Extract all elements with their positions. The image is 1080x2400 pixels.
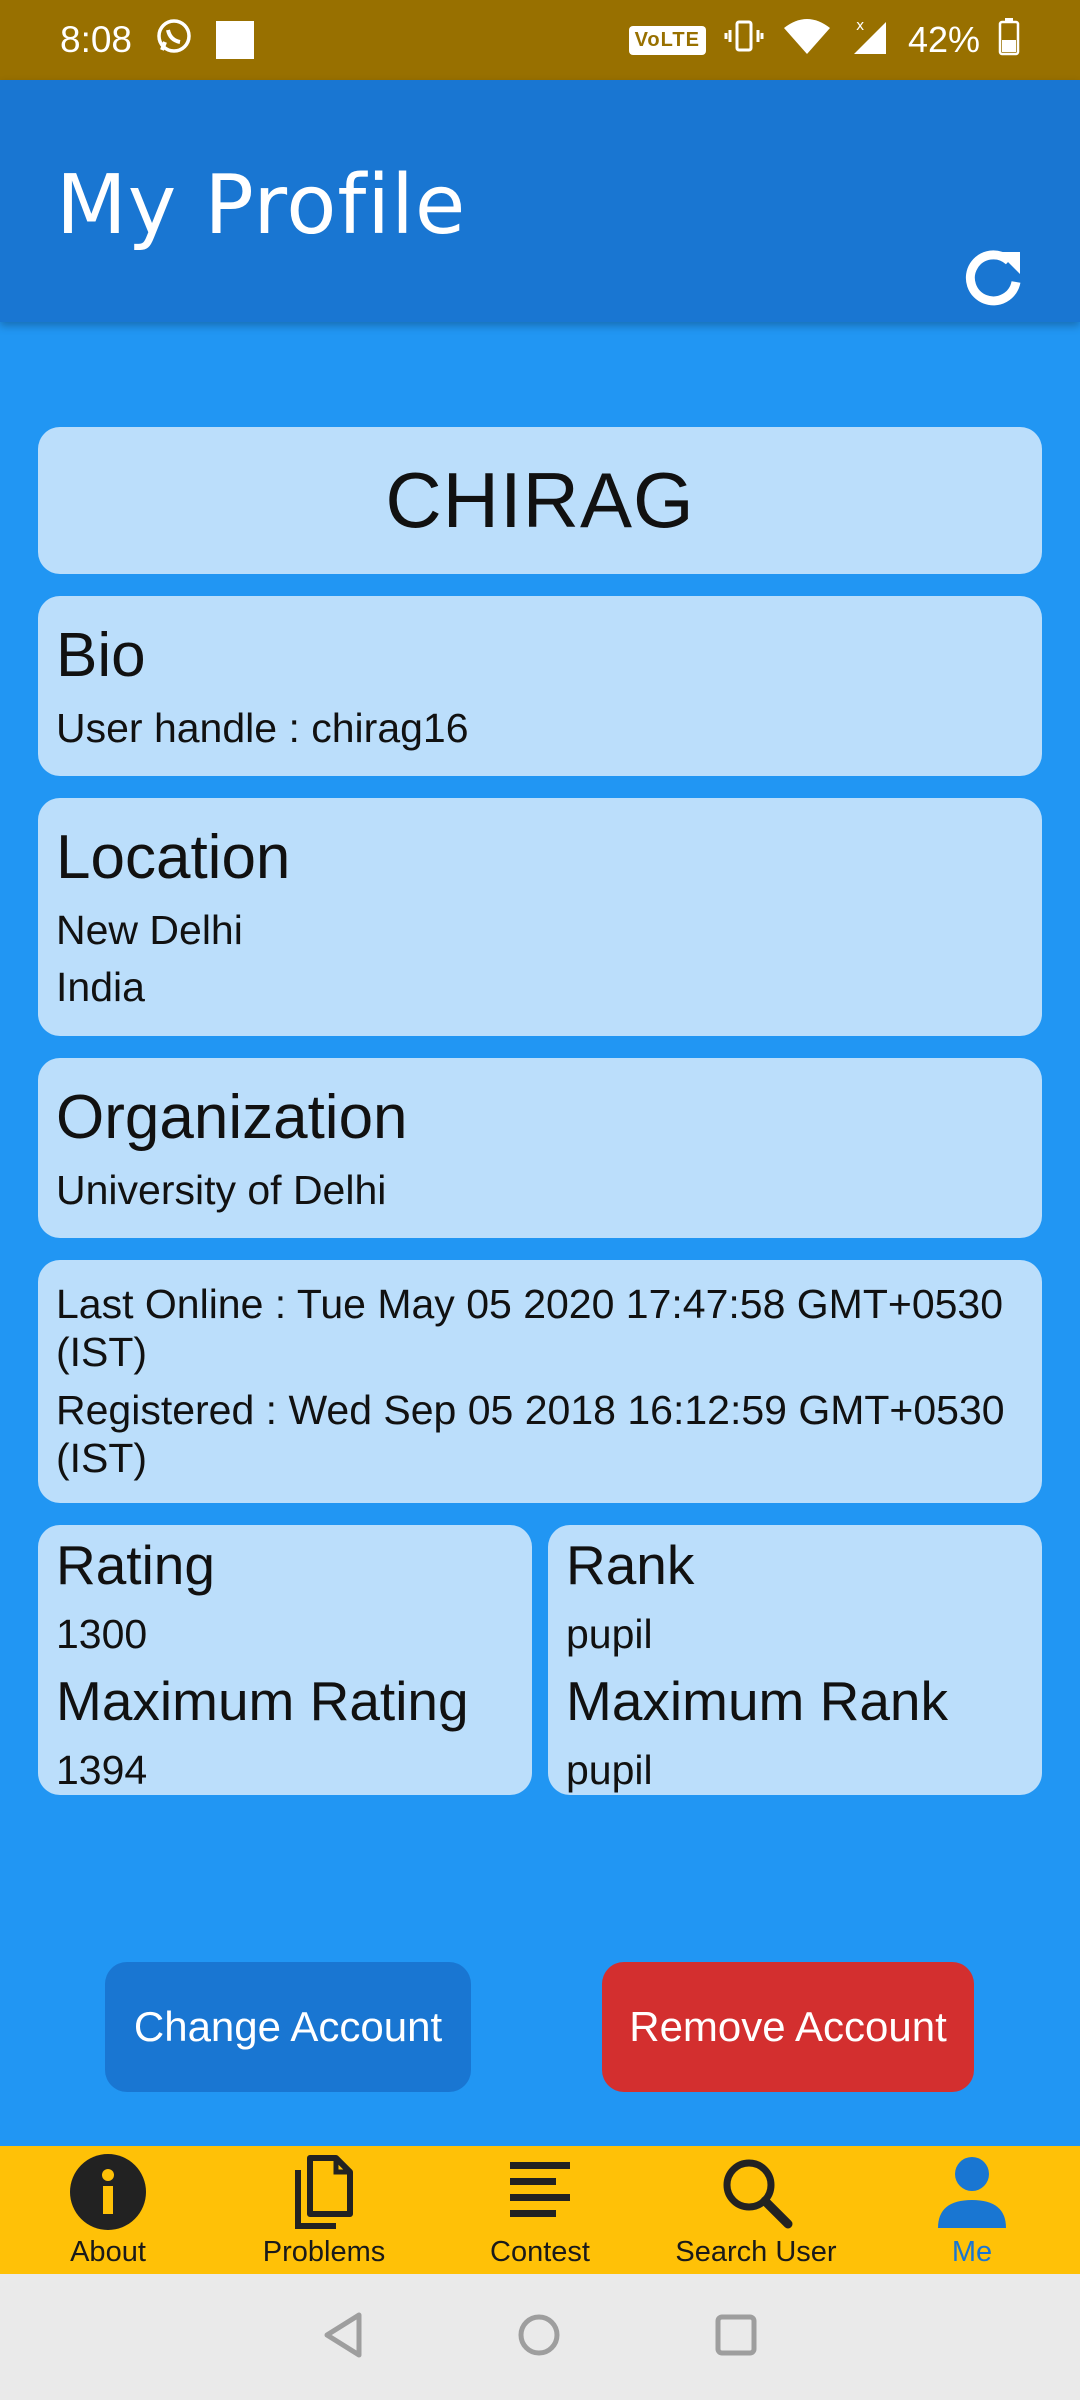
refresh-button[interactable]	[954, 240, 1034, 320]
organization-heading: Organization	[56, 1083, 408, 1152]
recents-icon[interactable]	[713, 2312, 759, 2363]
status-bar: 8:08 VoLTE x 42%	[0, 0, 1080, 80]
battery-percent: 42%	[907, 19, 980, 60]
nav-contest[interactable]: Contest	[432, 2146, 648, 2274]
rating-heading: Rating	[56, 1534, 215, 1596]
documents-icon	[284, 2152, 364, 2232]
nav-about-label: About	[70, 2236, 146, 2268]
last-online-line2: (IST)	[56, 1329, 148, 1375]
registered-line2: (IST)	[56, 1435, 148, 1481]
list-icon	[500, 2152, 580, 2232]
svg-text:x: x	[856, 18, 864, 34]
info-icon	[68, 2152, 148, 2232]
max-rating-heading: Maximum Rating	[56, 1670, 469, 1732]
user-handle: User handle : chirag16	[56, 705, 469, 751]
person-icon	[932, 2152, 1012, 2232]
search-icon	[716, 2152, 796, 2232]
bottom-nav: About Problems Contest Search User Me	[0, 2146, 1080, 2274]
rank-card: Rank pupil Maximum Rank pupil	[548, 1525, 1042, 1795]
rating-value: 1300	[56, 1611, 148, 1657]
change-account-button[interactable]: Change Account	[105, 1962, 471, 2092]
max-rank-value: pupil	[566, 1747, 653, 1793]
app-bar: My Profile	[0, 80, 1080, 322]
max-rank-heading: Maximum Rank	[566, 1670, 949, 1732]
system-nav-bar	[0, 2274, 1080, 2400]
notification-square-icon	[216, 21, 255, 59]
location-heading: Location	[56, 823, 291, 892]
vibrate-icon	[724, 16, 764, 65]
bio-heading: Bio	[56, 621, 146, 690]
nav-problems-label: Problems	[262, 2236, 386, 2268]
nav-me-label: Me	[951, 2236, 993, 2268]
rating-card: Rating 1300 Maximum Rating 1394	[38, 1525, 532, 1795]
nav-about[interactable]: About	[0, 2146, 216, 2274]
organization-card: Organization University of Delhi	[38, 1058, 1042, 1238]
nav-search-user-label: Search User	[675, 2236, 837, 2268]
page-title: My Profile	[56, 158, 467, 253]
location-card: Location New Delhi India	[38, 798, 1042, 1036]
home-icon[interactable]	[515, 2311, 563, 2364]
nav-problems[interactable]: Problems	[216, 2146, 432, 2274]
status-time: 8:08	[60, 19, 133, 60]
activity-card: Last Online : Tue May 05 2020 17:47:58 G…	[38, 1260, 1042, 1503]
last-online-line1: Last Online : Tue May 05 2020 17:47:58 G…	[56, 1281, 1004, 1327]
wifi-icon	[782, 16, 832, 65]
whatsapp-icon	[154, 16, 194, 65]
max-rating-value: 1394	[56, 1747, 148, 1793]
location-city: New Delhi	[56, 907, 243, 953]
remove-account-button[interactable]: Remove Account	[602, 1962, 974, 2092]
nav-me[interactable]: Me	[864, 2146, 1080, 2274]
profile-name: CHIRAG	[385, 456, 695, 544]
battery-icon	[998, 16, 1020, 65]
profile-name-card: CHIRAG	[38, 427, 1042, 574]
organization-name: University of Delhi	[56, 1167, 387, 1213]
nav-contest-label: Contest	[490, 2236, 590, 2268]
cell-signal-icon: x	[850, 16, 890, 65]
rank-value: pupil	[566, 1611, 653, 1657]
back-icon[interactable]	[321, 2311, 365, 2364]
rank-heading: Rank	[566, 1534, 695, 1596]
screen: 8:08 VoLTE x 42% My Profile CHIRAG Bio U…	[0, 0, 1080, 2400]
volte-badge: VoLTE	[628, 25, 706, 55]
registered-line1: Registered : Wed Sep 05 2018 16:12:59 GM…	[56, 1387, 1005, 1433]
location-country: India	[56, 964, 145, 1010]
bio-card: Bio User handle : chirag16	[38, 596, 1042, 776]
nav-search-user[interactable]: Search User	[648, 2146, 864, 2274]
refresh-icon	[958, 242, 1030, 319]
